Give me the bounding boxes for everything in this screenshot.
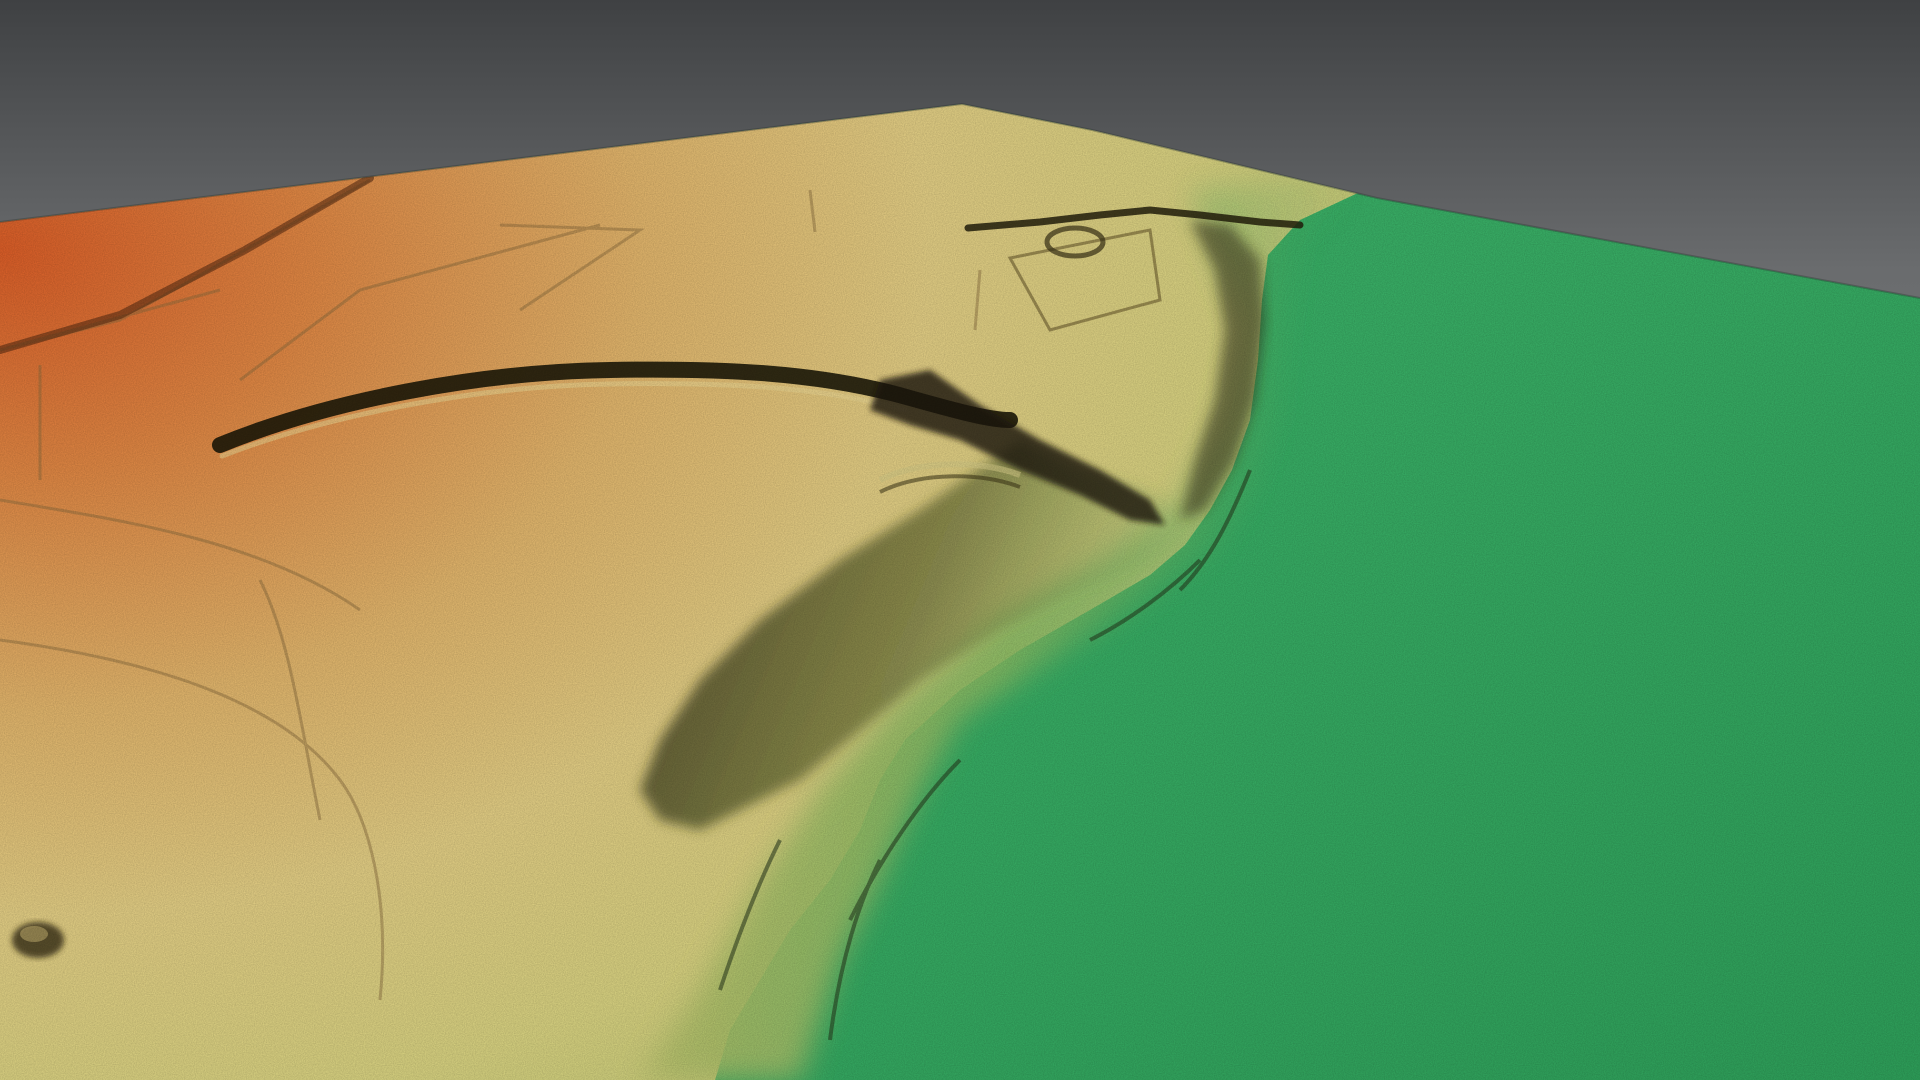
- terrain-viewport[interactable]: [0, 0, 1920, 1080]
- terrain-relief-render[interactable]: [0, 0, 1920, 1080]
